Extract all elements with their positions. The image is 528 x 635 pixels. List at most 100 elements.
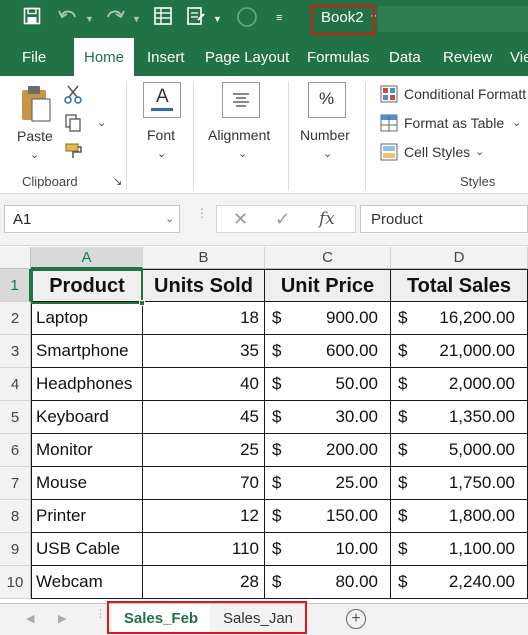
tab-home[interactable]: Home (74, 38, 135, 76)
cell-units-sold[interactable]: 12 (143, 500, 265, 533)
copy-dropdown-icon[interactable]: ⌄ (97, 116, 106, 129)
cell-units-sold[interactable]: 28 (143, 566, 265, 599)
undo-dropdown-icon[interactable]: ▼ (85, 11, 94, 27)
row-header[interactable]: 10 (0, 566, 31, 599)
prev-sheet-icon[interactable]: ◀ (26, 612, 34, 625)
tab-file[interactable]: File (22, 49, 46, 66)
alignment-button[interactable] (222, 82, 260, 118)
cell-total-sales[interactable]: $2,000.00 (391, 368, 528, 401)
cell-unit-price[interactable]: $25.00 (265, 467, 391, 500)
save-icon[interactable] (23, 7, 41, 25)
cell-unit-price[interactable]: $30.00 (265, 401, 391, 434)
tab-data[interactable]: Data (389, 49, 421, 66)
row-header[interactable]: 1 (0, 269, 31, 302)
name-box[interactable]: A1 ⌄ (4, 205, 180, 233)
touch-mode-icon[interactable] (186, 6, 206, 26)
column-header-b[interactable]: B (143, 247, 265, 269)
tab-formulas[interactable]: Formulas (307, 49, 370, 66)
alignment-dropdown-icon[interactable]: ⌄ (238, 147, 247, 160)
conditional-formatting-button[interactable]: Conditional Formatt (404, 86, 526, 102)
row-header[interactable]: 7 (0, 467, 31, 500)
format-painter-icon[interactable] (64, 142, 84, 162)
insert-function-icon[interactable]: fx (319, 209, 335, 229)
paste-dropdown-icon[interactable]: ⌄ (30, 148, 39, 161)
row-header[interactable]: 4 (0, 368, 31, 401)
cell-unit-price[interactable]: $50.00 (265, 368, 391, 401)
formula-input[interactable]: Product (360, 205, 528, 233)
cell-total-sales[interactable]: $1,750.00 (391, 467, 528, 500)
copy-icon[interactable] (64, 113, 82, 133)
customize-qat-icon[interactable]: ≡ (276, 10, 282, 26)
header-units-sold[interactable]: Units Sold (143, 269, 265, 302)
autosave-toggle-icon[interactable] (236, 6, 258, 28)
cell-unit-price[interactable]: $600.00 (265, 335, 391, 368)
tab-insert[interactable]: Insert (147, 49, 185, 66)
column-header-a[interactable]: A (31, 247, 143, 269)
row-header[interactable]: 5 (0, 401, 31, 434)
paste-icon[interactable] (19, 84, 53, 124)
undo-icon[interactable] (58, 8, 78, 24)
sheet-tab-sales-feb[interactable]: Sales_Feb (112, 604, 210, 634)
enter-icon[interactable]: ✓ (275, 209, 290, 230)
cell-styles-dropdown-icon[interactable]: ⌄ (475, 145, 484, 158)
row-header[interactable]: 9 (0, 533, 31, 566)
format-as-table-dropdown-icon[interactable]: ⌄ (512, 116, 521, 129)
cell-units-sold[interactable]: 35 (143, 335, 265, 368)
font-button[interactable]: A (143, 82, 181, 118)
cell-units-sold[interactable]: 40 (143, 368, 265, 401)
cut-icon[interactable] (64, 84, 82, 104)
header-product[interactable]: Product (31, 269, 143, 302)
cell-units-sold[interactable]: 110 (143, 533, 265, 566)
row-header[interactable]: 8 (0, 500, 31, 533)
font-dropdown-icon[interactable]: ⌄ (157, 147, 166, 160)
redo-dropdown-icon[interactable]: ▼ (132, 11, 141, 27)
cell-total-sales[interactable]: $1,350.00 (391, 401, 528, 434)
number-dropdown-icon[interactable]: ⌄ (323, 147, 332, 160)
cell-total-sales[interactable]: $21,000.00 (391, 335, 528, 368)
cell-product[interactable]: Keyboard (31, 401, 143, 434)
tab-review[interactable]: Review (443, 49, 492, 66)
cell-total-sales[interactable]: $2,240.00 (391, 566, 528, 599)
column-header-d[interactable]: D (391, 247, 528, 269)
sheet-tab-sales-jan[interactable]: Sales_Jan (212, 604, 304, 634)
cell-units-sold[interactable]: 18 (143, 302, 265, 335)
form-icon[interactable] (153, 6, 173, 26)
cell-total-sales[interactable]: $1,800.00 (391, 500, 528, 533)
cell-total-sales[interactable]: $16,200.00 (391, 302, 528, 335)
cell-units-sold[interactable]: 45 (143, 401, 265, 434)
row-header[interactable]: 2 (0, 302, 31, 335)
row-header[interactable]: 6 (0, 434, 31, 467)
row-header[interactable]: 3 (0, 335, 31, 368)
format-as-table-button[interactable]: Format as Table (404, 115, 504, 131)
cell-product[interactable]: Mouse (31, 467, 143, 500)
cell-total-sales[interactable]: $1,100.00 (391, 533, 528, 566)
search-box[interactable] (378, 6, 528, 32)
cell-product[interactable]: Webcam (31, 566, 143, 599)
cancel-icon[interactable]: ✕ (233, 209, 248, 230)
cell-product[interactable]: Printer (31, 500, 143, 533)
tab-page-layout[interactable]: Page Layout (205, 49, 289, 66)
touch-mode-dropdown-icon[interactable]: ▼ (213, 11, 222, 27)
cell-styles-button[interactable]: Cell Styles (404, 144, 470, 160)
cell-product[interactable]: Monitor (31, 434, 143, 467)
cell-unit-price[interactable]: $900.00 (265, 302, 391, 335)
paste-button[interactable]: Paste (17, 128, 53, 144)
cell-unit-price[interactable]: $200.00 (265, 434, 391, 467)
cell-unit-price[interactable]: $150.00 (265, 500, 391, 533)
next-sheet-icon[interactable]: ▶ (58, 612, 66, 625)
cell-product[interactable]: Smartphone (31, 335, 143, 368)
header-unit-price[interactable]: Unit Price (265, 269, 391, 302)
cell-units-sold[interactable]: 25 (143, 434, 265, 467)
cell-total-sales[interactable]: $5,000.00 (391, 434, 528, 467)
cell-unit-price[interactable]: $80.00 (265, 566, 391, 599)
cell-unit-price[interactable]: $10.00 (265, 533, 391, 566)
name-box-dropdown-icon[interactable]: ⌄ (165, 212, 174, 225)
fill-handle[interactable] (139, 300, 145, 306)
redo-icon[interactable] (105, 8, 125, 24)
cell-units-sold[interactable]: 70 (143, 467, 265, 500)
add-sheet-icon[interactable]: + (346, 609, 366, 629)
cell-product[interactable]: USB Cable (31, 533, 143, 566)
number-button[interactable]: % (308, 82, 346, 118)
select-all-corner[interactable] (0, 247, 31, 269)
formula-bar-grip-icon[interactable]: ⋮ (196, 207, 208, 219)
